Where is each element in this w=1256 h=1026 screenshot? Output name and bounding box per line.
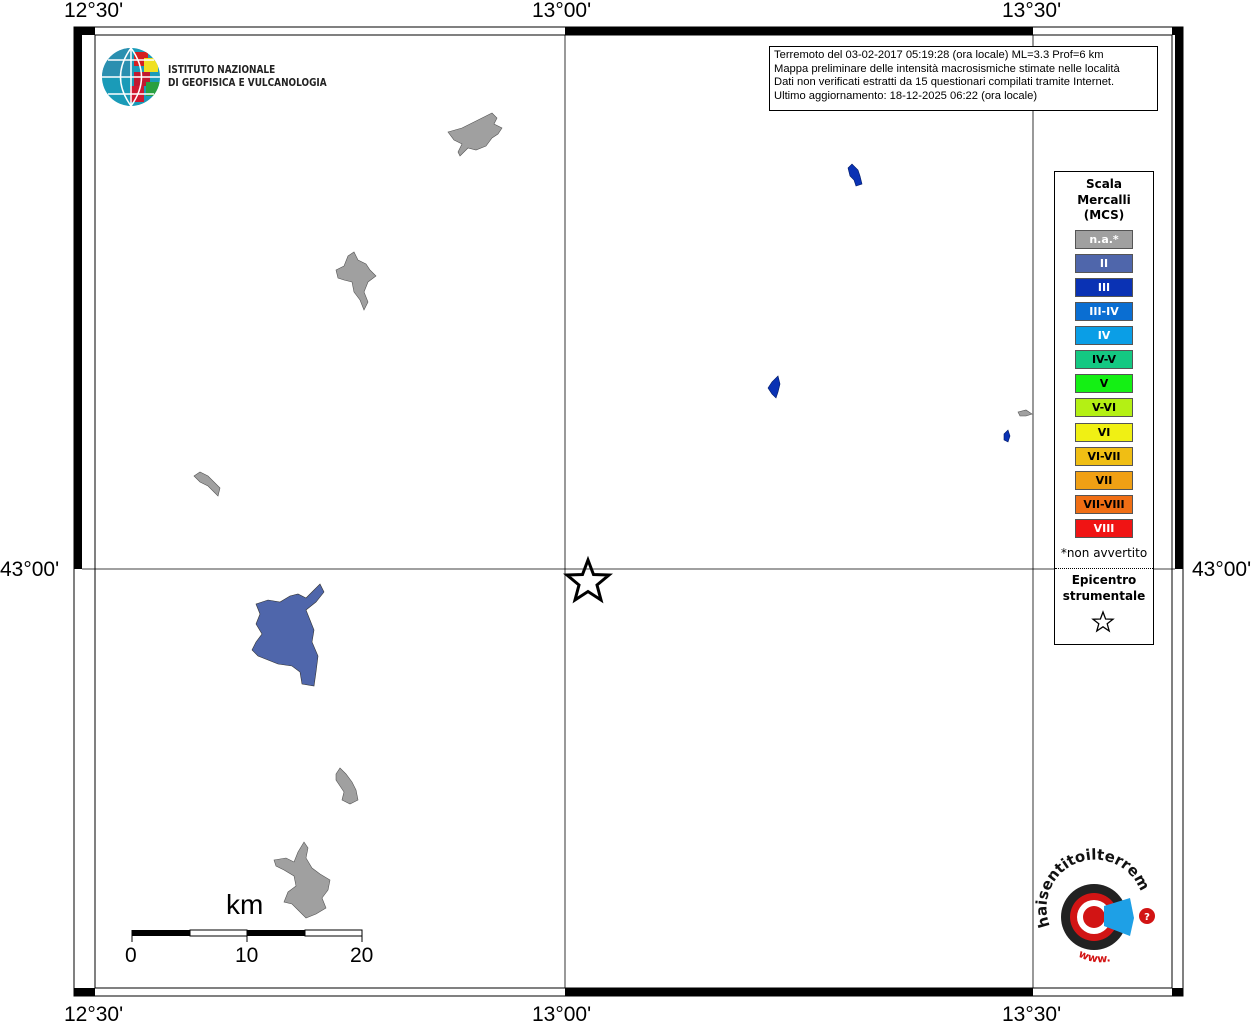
ingv-name-line1: ISTITUTO NAZIONALE	[168, 64, 276, 76]
legend-item-vi: VI	[1075, 423, 1133, 442]
locality-iii-2	[767, 375, 781, 399]
legend-item-iv-v: IV-V	[1075, 350, 1133, 369]
locality-ii-1	[251, 583, 325, 687]
legend-item-ii: II	[1075, 254, 1133, 273]
info-line-data: Dati non verificati estratti da 15 quest…	[774, 76, 1115, 89]
globe-icon	[102, 48, 160, 106]
locality-na-6	[1017, 409, 1033, 417]
legend-epicentre-1: Epicentro	[1071, 573, 1137, 587]
haisentito-logo: ? haisentitoilterremoto.it www.	[0, 0, 1155, 965]
event-info-box: Terremoto del 03-02-2017 05:19:28 (ora l…	[769, 46, 1158, 111]
locality-na-5	[273, 841, 331, 919]
epicentre-star	[563, 555, 613, 604]
ingv-logo: ISTITUTO NAZIONALE DI GEOFISICA E VULCAN…	[100, 46, 327, 112]
legend-separator	[1055, 568, 1153, 569]
ingv-name-line2: DI GEOFISICA E VULCANOLOGIA	[168, 77, 327, 89]
map-inner-frame	[94, 34, 1173, 989]
legend-item-vii: VII	[1075, 471, 1133, 490]
locality-iii-1	[847, 163, 863, 187]
legend-title-2: Mercalli	[1077, 192, 1131, 207]
legend-item-iv: IV	[1075, 326, 1133, 345]
legend-title-3: (MCS)	[1083, 208, 1125, 222]
locality-na-2	[335, 251, 377, 311]
locality-na-4	[335, 767, 359, 805]
locality-na-3	[193, 471, 221, 497]
info-line-map: Mappa preliminare delle intensità macros…	[774, 62, 1120, 75]
scale-bar	[131, 929, 363, 942]
star-icon	[1091, 610, 1115, 633]
svg-text:haisentitoilterremoto.it: haisentitoilterremoto.it	[0, 0, 1154, 930]
legend-item-vii-viii: VII-VIII	[1075, 495, 1133, 514]
legend-epicentre-2: strumentale	[1062, 589, 1146, 603]
legend-item-v-vi: V-VI	[1075, 398, 1133, 417]
mcs-legend: Scala Mercalli (MCS) n.a.* II III III-IV…	[1054, 171, 1154, 645]
svg-text:?: ?	[1144, 912, 1150, 923]
scale-label-0: 0	[125, 944, 137, 967]
legend-item-viii: VIII	[1075, 519, 1133, 538]
locality-iii-3	[1003, 429, 1011, 443]
legend-note: *non avvertito	[1060, 546, 1148, 560]
legend-title-1: Scala	[1085, 177, 1123, 191]
locality-na-1	[447, 112, 503, 157]
info-line-update: Ultimo aggiornamento: 18-12-2025 06:22 (…	[774, 89, 1038, 102]
map-frame	[73, 26, 1184, 997]
scale-label-10: 10	[235, 944, 259, 967]
legend-item-iii-iv: III-IV	[1075, 302, 1133, 321]
scale-label-20: 20	[350, 944, 374, 967]
legend-item-v: V	[1075, 374, 1133, 393]
legend-item-vi-vii: VI-VII	[1075, 447, 1133, 466]
scale-unit: km	[226, 889, 264, 920]
info-line-event: Terremoto del 03-02-2017 05:19:28 (ora l…	[774, 49, 1104, 61]
legend-item-iii: III	[1075, 278, 1133, 297]
legend-item-na: n.a.*	[1075, 230, 1133, 249]
